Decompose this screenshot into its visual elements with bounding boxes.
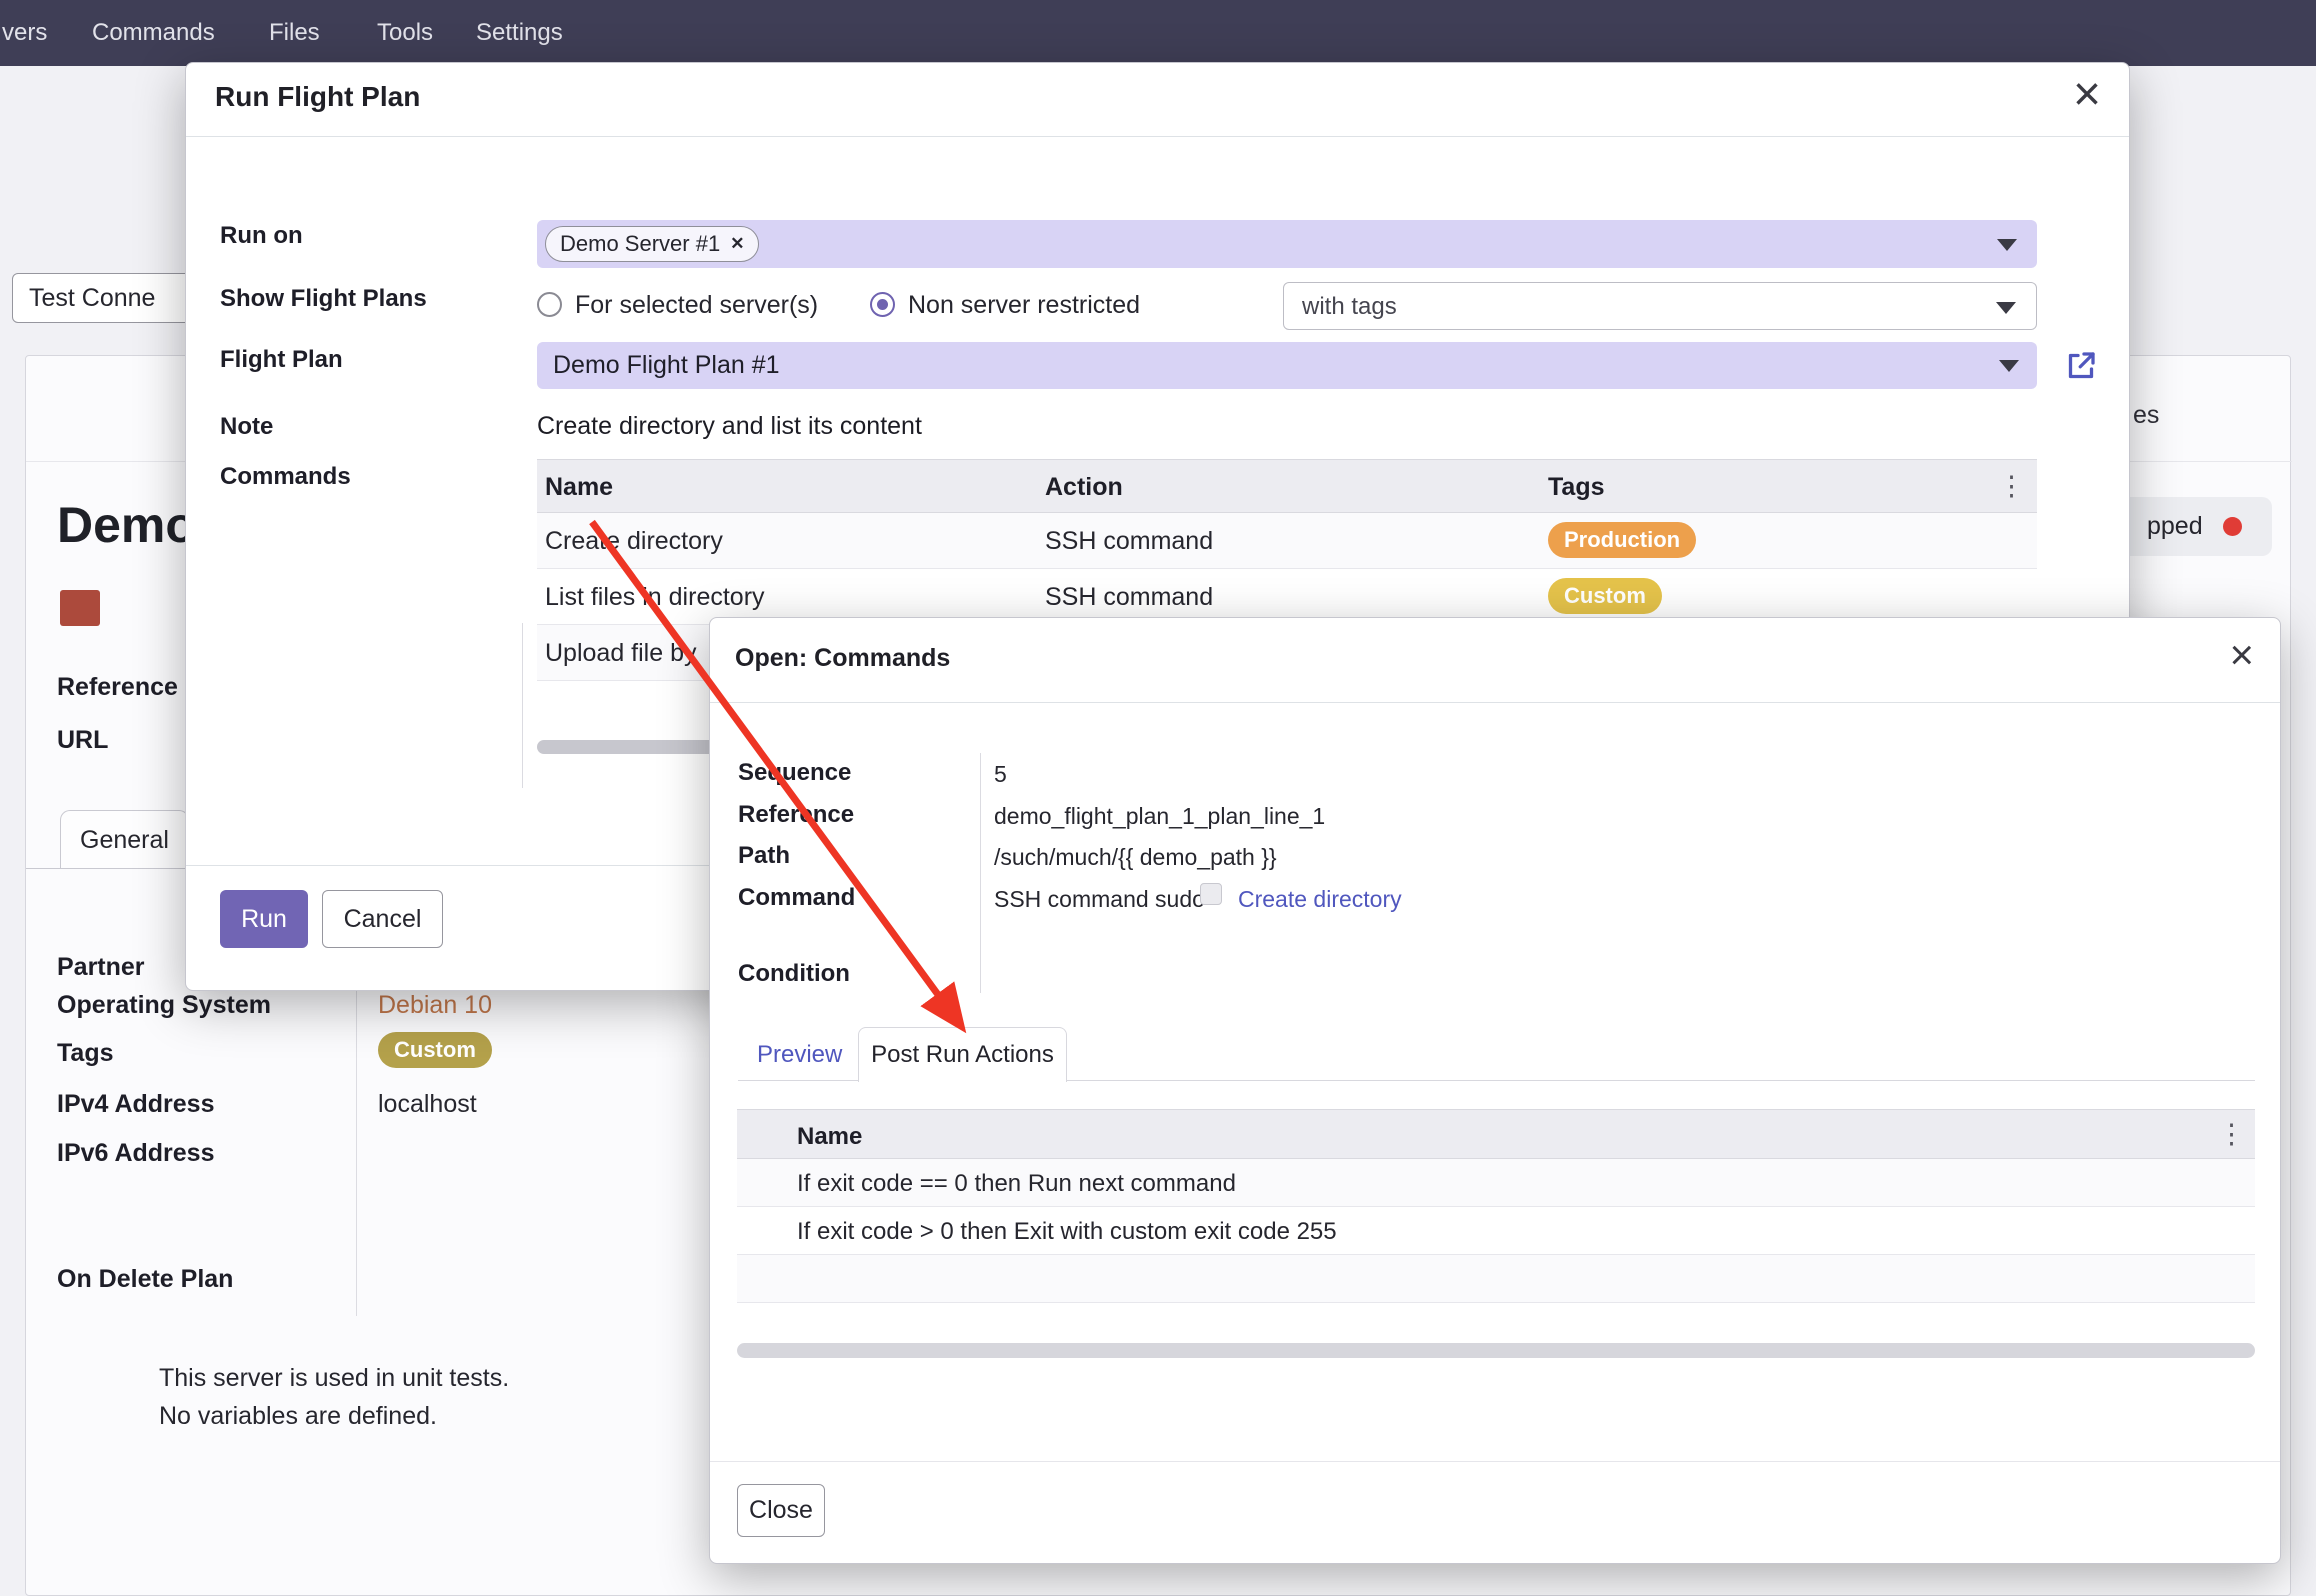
sequence-label: Sequence xyxy=(738,758,851,788)
header-text-fragment: es xyxy=(2133,400,2159,430)
command-value: SSH command sudo xyxy=(994,885,1205,913)
divider xyxy=(522,623,523,788)
reference-label: Reference xyxy=(57,672,178,702)
close-icon[interactable]: × xyxy=(2073,71,2101,119)
ipv6-label: IPv6 Address xyxy=(57,1138,214,1168)
operating-system-label: Operating System xyxy=(57,990,271,1020)
close-button[interactable]: Close xyxy=(737,1484,825,1537)
tags-label: Tags xyxy=(57,1038,114,1068)
table-row[interactable]: If exit code > 0 then Exit with custom e… xyxy=(737,1207,2255,1255)
divider xyxy=(980,753,981,993)
radio-selected-servers[interactable] xyxy=(537,292,562,317)
url-label: URL xyxy=(57,725,108,755)
table-header-row: Name ⋮ xyxy=(737,1109,2255,1159)
operating-system-value[interactable]: Debian 10 xyxy=(378,990,492,1020)
post-run-actions-table: Name ⋮ If exit code == 0 then Run next c… xyxy=(737,1109,2255,1303)
with-tags-select[interactable]: with tags xyxy=(1283,282,2037,330)
flight-plan-label: Flight Plan xyxy=(220,345,343,375)
create-directory-link[interactable]: Create directory xyxy=(1238,885,1402,913)
color-swatch[interactable] xyxy=(60,590,100,626)
table-row-empty xyxy=(737,1255,2255,1303)
command-label: Command xyxy=(738,883,855,913)
show-flight-plans-label: Show Flight Plans xyxy=(220,284,427,314)
condition-label: Condition xyxy=(738,959,850,989)
chevron-down-icon xyxy=(1996,302,2016,314)
chevron-down-icon xyxy=(1997,239,2017,251)
sequence-value: 5 xyxy=(994,760,1007,788)
col-name[interactable]: Name xyxy=(797,1122,862,1152)
divider xyxy=(710,1461,2280,1462)
partner-label: Partner xyxy=(57,952,145,982)
row-action: SSH command xyxy=(1045,526,1213,556)
open-commands-modal: Open: Commands × Sequence Reference Path… xyxy=(709,617,2281,1564)
cancel-button[interactable]: Cancel xyxy=(322,890,443,948)
path-value: /such/much/{{ demo_path }} xyxy=(994,843,1277,871)
kebab-menu-icon[interactable]: ⋮ xyxy=(2218,1120,2245,1150)
ipv4-label: IPv4 Address xyxy=(57,1089,214,1119)
screen: vers Commands Files Tools Settings Test … xyxy=(0,0,2316,1596)
col-tags[interactable]: Tags xyxy=(1548,472,1605,502)
radio-non-server-restricted-label[interactable]: Non server restricted xyxy=(908,290,1140,320)
menu-item-tools[interactable]: Tools xyxy=(377,0,433,66)
menu-item-files[interactable]: Files xyxy=(269,0,320,66)
row-name: Create directory xyxy=(545,526,723,556)
create-directory-checkbox[interactable] xyxy=(1200,883,1222,905)
tab-post-run-actions[interactable]: Post Run Actions xyxy=(858,1027,1067,1082)
col-name[interactable]: Name xyxy=(545,472,613,502)
tab-general[interactable]: General xyxy=(60,810,189,869)
server-chip-label: Demo Server #1 xyxy=(560,231,720,257)
menu-item-commands[interactable]: Commands xyxy=(92,0,215,66)
flight-plan-value: Demo Flight Plan #1 xyxy=(553,351,780,380)
path-label: Path xyxy=(738,841,790,871)
close-icon[interactable]: × xyxy=(2229,634,2254,676)
horizontal-scrollbar[interactable] xyxy=(737,1343,2255,1358)
with-tags-value: with tags xyxy=(1302,293,1397,321)
flight-plan-select[interactable]: Demo Flight Plan #1 xyxy=(537,342,2037,389)
row-action: SSH command xyxy=(1045,582,1213,612)
radio-non-server-restricted[interactable] xyxy=(870,292,895,317)
on-delete-plan-label: On Delete Plan xyxy=(57,1264,233,1294)
tag-badge-custom: Custom xyxy=(378,1032,492,1068)
run-on-select[interactable]: Demo Server #1 ✕ xyxy=(537,220,2037,268)
chip-remove-icon[interactable]: ✕ xyxy=(730,234,744,254)
tag-badge-production: Production xyxy=(1548,522,1696,558)
ipv4-value: localhost xyxy=(378,1089,477,1119)
run-button[interactable]: Run xyxy=(220,890,308,948)
external-link-icon[interactable] xyxy=(2063,348,2099,384)
status-dot-icon xyxy=(2223,517,2242,536)
topbar: vers Commands Files Tools Settings xyxy=(0,0,2316,66)
page-title: Demo xyxy=(57,496,196,554)
reference-label: Reference xyxy=(738,800,854,830)
menu-item-servers[interactable]: vers xyxy=(2,0,47,66)
tag-badge-custom: Custom xyxy=(1548,578,1662,614)
modal-title: Open: Commands xyxy=(735,644,950,673)
menu-item-settings[interactable]: Settings xyxy=(476,0,563,66)
run-on-label: Run on xyxy=(220,221,303,251)
radio-selected-servers-label[interactable]: For selected server(s) xyxy=(575,290,818,320)
reference-value: demo_flight_plan_1_plan_line_1 xyxy=(994,802,1325,830)
row-name: Upload file by xyxy=(545,638,696,668)
server-chip[interactable]: Demo Server #1 ✕ xyxy=(545,226,759,262)
chevron-down-icon xyxy=(1999,360,2019,372)
divider xyxy=(356,946,357,1316)
modal-title: Run Flight Plan xyxy=(215,81,420,113)
row-name: List files in directory xyxy=(545,582,765,612)
table-row[interactable]: Create directory SSH command Production xyxy=(537,513,2037,569)
modal-header: Open: Commands × xyxy=(710,618,2280,703)
col-action[interactable]: Action xyxy=(1045,472,1123,502)
unit-test-note: This server is used in unit tests. xyxy=(159,1363,509,1393)
variables-note: No variables are defined. xyxy=(159,1401,437,1431)
row-name: If exit code == 0 then Run next command xyxy=(797,1170,1236,1198)
table-header-row: Name Action Tags ⋮ xyxy=(537,459,2037,513)
plan-description: Create directory and list its content xyxy=(537,411,922,441)
commands-label: Commands xyxy=(220,462,351,492)
kebab-menu-icon[interactable]: ⋮ xyxy=(1998,472,2025,502)
table-row[interactable]: If exit code == 0 then Run next command xyxy=(737,1159,2255,1207)
note-label: Note xyxy=(220,412,273,442)
modal-header: Run Flight Plan × xyxy=(186,63,2129,137)
row-name: If exit code > 0 then Exit with custom e… xyxy=(797,1218,1337,1246)
tab-preview[interactable]: Preview xyxy=(757,1041,842,1069)
status-badge-label: pped xyxy=(2147,512,2203,541)
